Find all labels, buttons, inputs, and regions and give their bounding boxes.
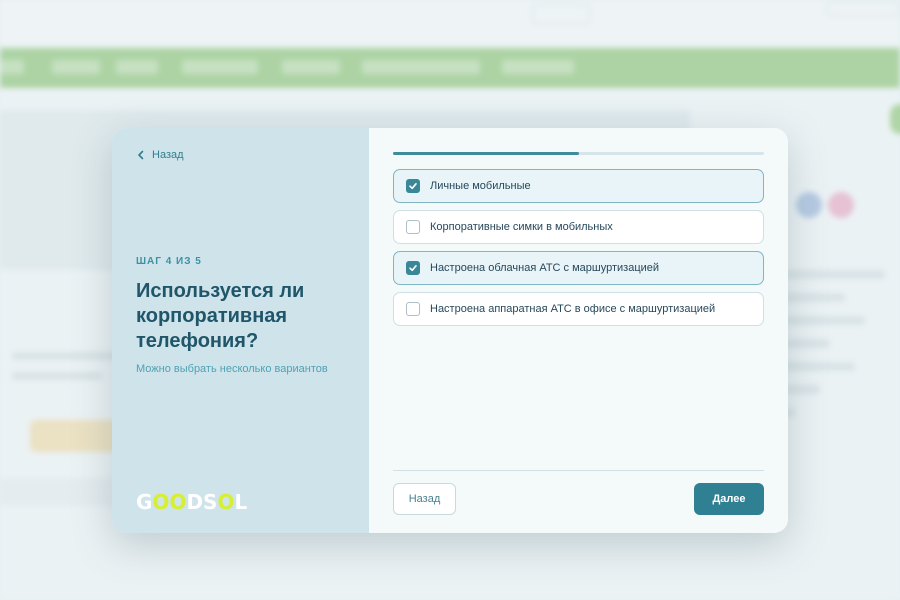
modal-left-panel: Назад ШАГ 4 ИЗ 5 Используется ли корпора… — [112, 128, 369, 533]
option-label: Настроена аппаратная АТС в офисе с маршу… — [430, 303, 716, 315]
step-indicator: ШАГ 4 ИЗ 5 — [136, 256, 202, 267]
back-link-label: Назад — [152, 149, 184, 161]
option-corporate-sims[interactable]: Корпоративные симки в мобильных — [393, 210, 764, 244]
option-label: Корпоративные симки в мобильных — [430, 221, 613, 233]
back-link[interactable]: Назад — [136, 149, 184, 161]
checkbox[interactable] — [406, 302, 420, 316]
question-title: Используется ли корпоративная телефония? — [136, 280, 305, 352]
checkbox[interactable] — [406, 261, 420, 275]
modal-right-panel: Личные мобильные Корпоративные симки в м… — [369, 128, 788, 533]
option-personal-mobiles[interactable]: Личные мобильные — [393, 169, 764, 203]
options-list: Личные мобильные Корпоративные симки в м… — [393, 169, 764, 333]
survey-modal: Назад ШАГ 4 ИЗ 5 Используется ли корпора… — [112, 128, 788, 533]
question-hint: Можно выбрать несколько вариантов — [136, 363, 328, 375]
checkbox[interactable] — [406, 220, 420, 234]
next-button[interactable]: Далее — [694, 483, 764, 515]
checkmark-icon — [409, 183, 417, 190]
progress-fill — [393, 152, 579, 155]
option-hardware-pbx[interactable]: Настроена аппаратная АТС в офисе с маршу… — [393, 292, 764, 326]
option-cloud-pbx[interactable]: Настроена облачная АТС с маршуртизацией — [393, 251, 764, 285]
back-button[interactable]: Назад — [393, 483, 456, 515]
chevron-left-icon — [138, 150, 144, 160]
progress-bar — [393, 152, 764, 155]
goodsol-logo: GOODSOL — [136, 490, 248, 514]
checkbox[interactable] — [406, 179, 420, 193]
option-label: Настроена облачная АТС с маршуртизацией — [430, 262, 660, 274]
footer-divider — [393, 470, 764, 471]
checkmark-icon — [409, 265, 417, 272]
option-label: Личные мобильные — [430, 180, 531, 192]
